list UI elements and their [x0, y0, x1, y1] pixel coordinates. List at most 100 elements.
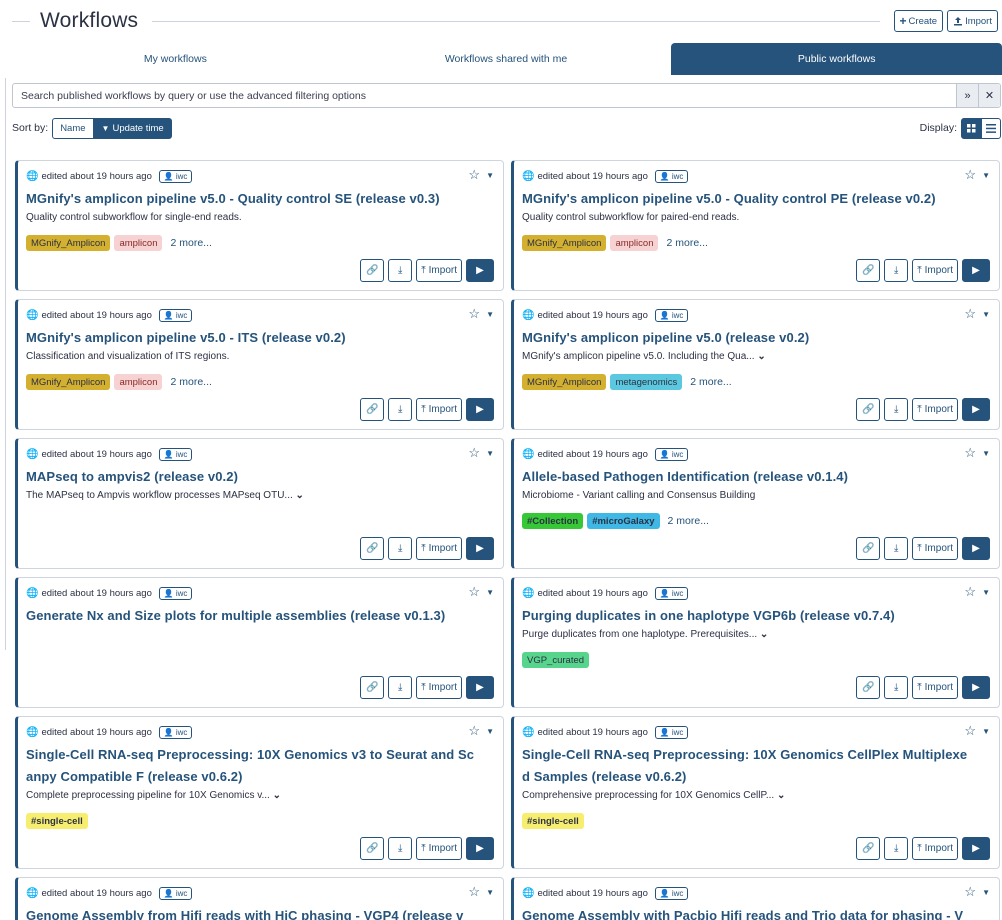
chevron-down-icon[interactable]: ▼: [982, 727, 990, 736]
workflow-title[interactable]: Single-Cell RNA-seq Preprocessing: 10X G…: [522, 744, 991, 788]
expand-description-icon[interactable]: ⌄: [757, 629, 768, 640]
download-icon[interactable]: ⤓: [884, 259, 909, 282]
expand-description-icon[interactable]: ⌄: [774, 790, 785, 801]
tag-badge[interactable]: #single-cell: [522, 813, 584, 829]
run-icon[interactable]: ▶: [466, 537, 494, 560]
import-workflow-button[interactable]: ⤒ Import: [416, 259, 462, 282]
download-icon[interactable]: ⤓: [388, 676, 413, 699]
tag-badge[interactable]: MGnify_Amplicon: [522, 374, 607, 390]
owner-badge[interactable]: 👤 iwc: [158, 170, 193, 183]
run-icon[interactable]: ▶: [962, 398, 990, 421]
import-button[interactable]: Import: [947, 10, 998, 32]
workflow-title[interactable]: Genome Assembly from Hifi reads with HiC…: [26, 905, 495, 920]
link-icon[interactable]: 🔗: [360, 259, 385, 282]
link-icon[interactable]: 🔗: [360, 837, 385, 860]
star-icon[interactable]: ☆: [964, 584, 976, 600]
sort-update-time-button[interactable]: ▼ Update time: [93, 117, 172, 139]
chevron-down-icon[interactable]: ▼: [982, 888, 990, 897]
link-icon[interactable]: 🔗: [856, 259, 881, 282]
more-tags-link[interactable]: 2 more...: [668, 515, 709, 527]
star-icon[interactable]: ☆: [468, 723, 480, 739]
chevron-down-icon[interactable]: ▼: [982, 171, 990, 180]
owner-badge[interactable]: 👤 iwc: [158, 309, 193, 322]
tag-badge[interactable]: #single-cell: [26, 813, 88, 829]
tag-badge[interactable]: MGnify_Amplicon: [522, 235, 607, 251]
import-workflow-button[interactable]: ⤒ Import: [416, 676, 462, 699]
tag-badge[interactable]: amplicon: [114, 374, 163, 390]
star-icon[interactable]: ☆: [468, 167, 480, 183]
tag-badge[interactable]: amplicon: [610, 235, 659, 251]
import-workflow-button[interactable]: ⤒ Import: [912, 398, 958, 421]
owner-badge[interactable]: 👤 iwc: [158, 587, 193, 600]
download-icon[interactable]: ⤓: [388, 837, 413, 860]
star-icon[interactable]: ☆: [964, 445, 976, 461]
owner-badge[interactable]: 👤 iwc: [654, 726, 689, 739]
list-view-icon[interactable]: [981, 117, 1001, 139]
workflow-title[interactable]: Genome Assembly with Pacbio Hifi reads a…: [522, 905, 991, 920]
link-icon[interactable]: 🔗: [856, 398, 881, 421]
star-icon[interactable]: ☆: [964, 167, 976, 183]
tag-badge[interactable]: MGnify_Amplicon: [26, 374, 111, 390]
import-workflow-button[interactable]: ⤒ Import: [416, 537, 462, 560]
download-icon[interactable]: ⤓: [388, 259, 413, 282]
workflow-title[interactable]: MGnify's amplicon pipeline v5.0 - Qualit…: [26, 188, 495, 210]
link-icon[interactable]: 🔗: [360, 398, 385, 421]
star-icon[interactable]: ☆: [468, 584, 480, 600]
run-icon[interactable]: ▶: [466, 837, 494, 860]
more-tags-link[interactable]: 2 more...: [170, 376, 211, 388]
advanced-filter-toggle-icon[interactable]: »: [956, 84, 978, 107]
star-icon[interactable]: ☆: [468, 306, 480, 322]
chevron-down-icon[interactable]: ▼: [486, 588, 494, 597]
owner-badge[interactable]: 👤 iwc: [158, 887, 193, 900]
run-icon[interactable]: ▶: [466, 398, 494, 421]
star-icon[interactable]: ☆: [964, 306, 976, 322]
download-icon[interactable]: ⤓: [884, 537, 909, 560]
create-button[interactable]: + Create: [893, 10, 944, 32]
star-icon[interactable]: ☆: [964, 884, 976, 900]
link-icon[interactable]: 🔗: [856, 676, 881, 699]
tag-badge[interactable]: MGnify_Amplicon: [26, 235, 111, 251]
owner-badge[interactable]: 👤 iwc: [158, 726, 193, 739]
chevron-down-icon[interactable]: ▼: [486, 171, 494, 180]
expand-description-icon[interactable]: ⌄: [755, 351, 765, 362]
run-icon[interactable]: ▶: [962, 259, 990, 282]
run-icon[interactable]: ▶: [466, 259, 494, 282]
link-icon[interactable]: 🔗: [360, 676, 385, 699]
workflow-title[interactable]: Purging duplicates in one haplotype VGP6…: [522, 605, 991, 627]
workflow-title[interactable]: Single-Cell RNA-seq Preprocessing: 10X G…: [26, 744, 495, 788]
tab-shared-workflows[interactable]: Workflows shared with me: [341, 43, 672, 75]
download-icon[interactable]: ⤓: [884, 398, 909, 421]
chevron-down-icon[interactable]: ▼: [982, 310, 990, 319]
chevron-down-icon[interactable]: ▼: [486, 449, 494, 458]
tag-badge[interactable]: VGP_curated: [522, 652, 590, 668]
import-workflow-button[interactable]: ⤒ Import: [912, 259, 958, 282]
expand-description-icon[interactable]: ⌄: [293, 490, 304, 501]
workflow-title[interactable]: MGnify's amplicon pipeline v5.0 (release…: [522, 327, 991, 349]
tag-badge[interactable]: #Collection: [522, 513, 584, 529]
import-workflow-button[interactable]: ⤒ Import: [912, 837, 958, 860]
search-input[interactable]: Search published workflows by query or u…: [13, 90, 956, 102]
owner-badge[interactable]: 👤 iwc: [654, 170, 689, 183]
run-icon[interactable]: ▶: [962, 537, 990, 560]
import-workflow-button[interactable]: ⤒ Import: [416, 398, 462, 421]
import-workflow-button[interactable]: ⤒ Import: [416, 837, 462, 860]
more-tags-link[interactable]: 2 more...: [690, 376, 731, 388]
workflow-title[interactable]: MGnify's amplicon pipeline v5.0 - ITS (r…: [26, 327, 495, 349]
owner-badge[interactable]: 👤 iwc: [654, 587, 689, 600]
chevron-down-icon[interactable]: ▼: [486, 727, 494, 736]
import-workflow-button[interactable]: ⤒ Import: [912, 676, 958, 699]
download-icon[interactable]: ⤓: [884, 837, 909, 860]
more-tags-link[interactable]: 2 more...: [170, 237, 211, 249]
link-icon[interactable]: 🔗: [856, 837, 881, 860]
owner-badge[interactable]: 👤 iwc: [654, 887, 689, 900]
chevron-down-icon[interactable]: ▼: [982, 449, 990, 458]
chevron-down-icon[interactable]: ▼: [486, 310, 494, 319]
download-icon[interactable]: ⤓: [884, 676, 909, 699]
workflow-title[interactable]: MAPseq to ampvis2 (release v0.2): [26, 466, 495, 488]
sort-name-button[interactable]: Name: [52, 117, 94, 139]
star-icon[interactable]: ☆: [468, 884, 480, 900]
star-icon[interactable]: ☆: [468, 445, 480, 461]
tab-my-workflows[interactable]: My workflows: [10, 43, 341, 75]
run-icon[interactable]: ▶: [962, 676, 990, 699]
download-icon[interactable]: ⤓: [388, 398, 413, 421]
